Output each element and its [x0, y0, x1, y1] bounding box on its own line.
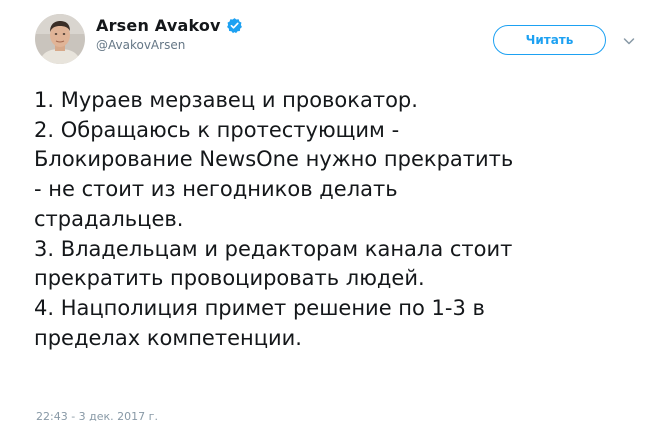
verified-badge-icon: [226, 17, 243, 34]
profile-photo-icon: [35, 14, 85, 64]
tweet-text-line: - не стоит из негодников делать: [34, 177, 398, 202]
tweet-text-line: 1. Мураев мерзавец и провокатор.: [34, 88, 418, 112]
tweet-text: 1. Мураев мерзавец и провокатор. 2. Обра…: [34, 86, 646, 353]
tweet-card: Arsen Avakov @AvakovArsen Читать 1. Мура…: [0, 0, 653, 421]
tweet-text-line: 4. Нацполиция примет решение по 1-3 в: [34, 295, 485, 320]
user-handle[interactable]: @AvakovArsen: [96, 38, 243, 52]
tweet-text-line: прекратить провоцировать людей.: [34, 266, 425, 291]
tweet-text-line: страдальцев.: [34, 206, 184, 231]
tweet-timestamp[interactable]: 22:43 - 3 дек. 2017 г.: [36, 410, 158, 421]
author-name-row: Arsen Avakov: [96, 14, 243, 36]
tweet-text-line: 2. Обращаюсь к протестующим -: [34, 117, 400, 142]
display-name[interactable]: Arsen Avakov: [96, 16, 221, 35]
tweet-text-line: Блокирование NewsOne нужно прекратить: [34, 147, 514, 172]
follow-button[interactable]: Читать: [493, 25, 606, 55]
chevron-down-icon[interactable]: [622, 33, 636, 47]
tweet-text-line: пределах компетенции.: [34, 325, 302, 350]
avatar[interactable]: [35, 14, 85, 64]
tweet-text-line: 3. Владельцам и редакторам канала стоит: [34, 236, 513, 261]
author-block: Arsen Avakov @AvakovArsen: [96, 14, 243, 52]
